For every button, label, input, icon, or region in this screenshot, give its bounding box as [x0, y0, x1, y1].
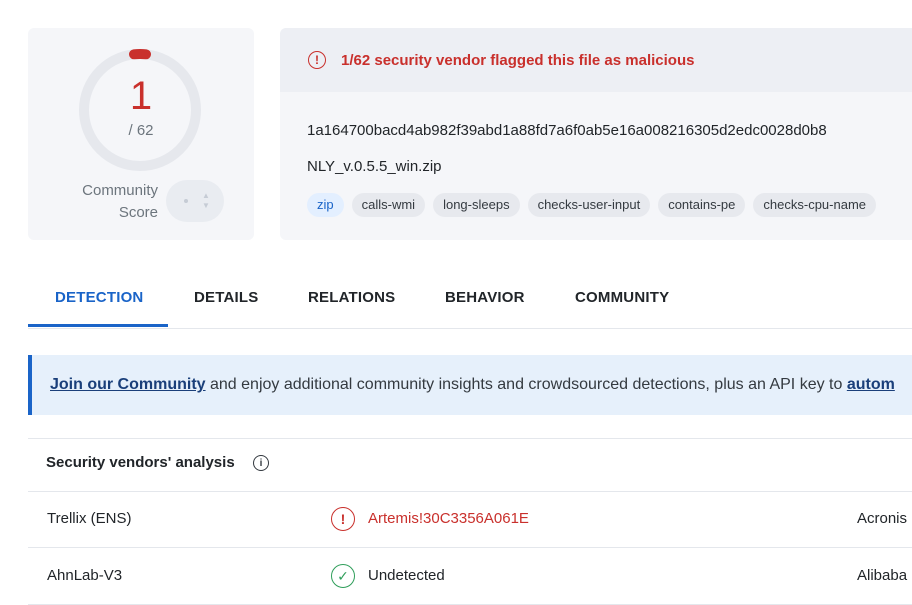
info-icon[interactable]: i	[253, 455, 269, 471]
vendor-result: Artemis!30C3356A061E	[368, 510, 529, 527]
tag-long-sleeps[interactable]: long-sleeps	[433, 193, 520, 217]
community-score-text: Community Score	[82, 182, 158, 221]
dot-icon	[184, 199, 188, 203]
community-banner: Join our Community and enjoy additional …	[28, 355, 912, 415]
join-community-link[interactable]: Join our Community	[50, 376, 206, 393]
api-key-link[interactable]: autom	[847, 376, 895, 393]
report-tabs: DETECTION DETAILS RELATIONS BEHAVIOR COM…	[28, 270, 912, 329]
tag-contains-pe[interactable]: contains-pe	[658, 193, 746, 217]
tag-zip[interactable]: zip	[307, 193, 344, 217]
file-tags: zip calls-wmi long-sleeps checks-user-in…	[307, 193, 877, 217]
vendor-row: Trellix (ENS) ! Artemis!30C3356A061E Acr…	[28, 491, 912, 548]
file-name: NLY_v.0.5.5_win.zip	[307, 158, 442, 175]
active-tab-indicator	[28, 324, 168, 327]
vendor-result: Undetected	[368, 567, 445, 584]
check-circle-icon: ✓	[331, 564, 355, 588]
tag-checks-cpu-name[interactable]: checks-cpu-name	[753, 193, 877, 217]
community-score-label: Community Score	[58, 180, 158, 224]
vendor-name: AhnLab-V3	[47, 567, 123, 584]
community-score-vote[interactable]: ▲ ▼	[166, 180, 224, 222]
detection-score-card: 1 / 62 Community Score ▲ ▼	[28, 28, 254, 240]
banner-body: and enjoy additional community insights …	[205, 376, 847, 393]
malicious-alert: ! 1/62 security vendor flagged this file…	[280, 28, 912, 92]
alert-icon: !	[308, 51, 326, 69]
tab-behavior[interactable]: BEHAVIOR	[445, 270, 525, 326]
vendor-total: / 62	[128, 122, 154, 139]
tab-details[interactable]: DETAILS	[194, 270, 258, 326]
banner-text: Join our Community and enjoy additional …	[50, 376, 895, 394]
file-info-card: ! 1/62 security vendor flagged this file…	[280, 28, 912, 240]
tab-community[interactable]: COMMUNITY	[575, 270, 669, 326]
alert-text: 1/62 security vendor flagged this file a…	[341, 51, 695, 69]
malicious-alert-icon: !	[331, 507, 355, 531]
tag-calls-wmi[interactable]: calls-wmi	[351, 193, 426, 217]
vendor-name: Trellix (ENS)	[47, 510, 132, 527]
vendor-name: Acronis	[857, 510, 908, 527]
vendor-name: Alibaba	[857, 567, 908, 584]
tab-detection[interactable]: DETECTION	[55, 270, 143, 326]
vendor-row: AhnLab-V3 ✓ Undetected Alibaba	[28, 548, 912, 605]
vote-arrows-icon: ▲ ▼	[202, 191, 210, 210]
file-hash[interactable]: 1a164700bacd4ab982f39abd1a88fd7a6f0ab5e1…	[307, 122, 827, 139]
vendors-section-header: Security vendors' analysis i	[28, 438, 912, 492]
detection-count: 1	[129, 74, 153, 118]
tab-relations[interactable]: RELATIONS	[308, 270, 395, 326]
tag-checks-user-input[interactable]: checks-user-input	[527, 193, 651, 217]
vendors-section-title: Security vendors' analysis	[46, 454, 235, 471]
